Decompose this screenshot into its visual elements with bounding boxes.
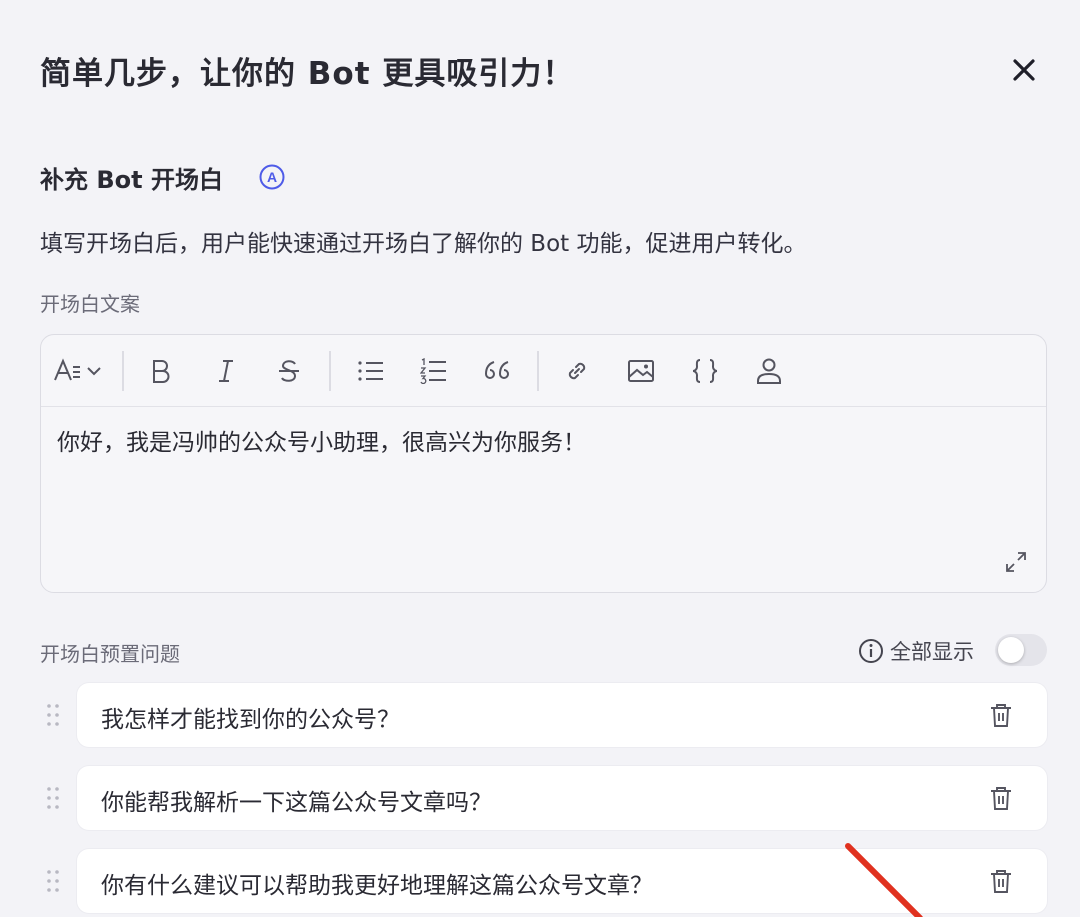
bold-icon [153, 360, 170, 383]
italic-icon [219, 360, 233, 382]
italic-button[interactable] [206, 351, 246, 391]
ai-badge-letter: A [267, 169, 277, 185]
code-icon [692, 359, 718, 383]
text-style-button[interactable] [51, 351, 107, 391]
code-button[interactable] [685, 351, 725, 391]
quote-icon [484, 361, 509, 379]
preset-question-text[interactable]: 我怎样才能找到你的公众号？ [101, 700, 400, 734]
ai-badge-icon[interactable]: A [259, 164, 285, 190]
image-icon [628, 360, 654, 382]
opening-text-label: 开场白文案 [40, 292, 140, 316]
annotation-arrow-icon [845, 843, 923, 917]
user-icon [757, 358, 781, 384]
opening-text-content[interactable]: 你好，我是冯帅的公众号小助理，很高兴为你服务！ [57, 423, 1017, 457]
link-icon [568, 362, 586, 380]
trash-icon [991, 787, 1011, 810]
preset-question-text[interactable]: 你有什么建议可以帮助我更好地理解这篇公众号文章？ [101, 866, 653, 900]
delete-question-button[interactable] [985, 782, 1017, 814]
preset-question-field[interactable]: 我怎样才能找到你的公众号？ [77, 683, 1047, 747]
preset-question-text[interactable]: 你能帮我解析一下这篇公众号文章吗？ [101, 783, 492, 817]
mention-button[interactable] [749, 351, 789, 391]
show-all-toggle[interactable] [995, 634, 1047, 666]
preset-question-row: 我怎样才能找到你的公众号？ [0, 683, 1080, 747]
bullet-list-icon [358, 361, 383, 381]
drag-handle-icon[interactable] [44, 867, 62, 895]
numbered-list-button[interactable] [414, 351, 454, 391]
onboarding-dialog: 简单几步，让你的 Bot 更具吸引力！ 补充 Bot 开场白 A 填写开场白后，… [0, 0, 1080, 917]
drag-handle-icon[interactable] [44, 701, 62, 729]
quote-button[interactable] [477, 351, 517, 391]
dialog-title: 简单几步，让你的 Bot 更具吸引力！ [40, 56, 575, 92]
preset-question-field[interactable]: 你能帮我解析一下这篇公众号文章吗？ [77, 766, 1047, 830]
strikethrough-button[interactable] [269, 351, 309, 391]
section-description: 填写开场白后，用户能快速通过开场白了解你的 Bot 功能，促进用户转化。 [40, 231, 807, 257]
opening-text-editor: 你好，我是冯帅的公众号小助理，很高兴为你服务！ [40, 334, 1047, 593]
expand-button[interactable] [1001, 547, 1031, 577]
link-button[interactable] [557, 351, 597, 391]
preset-questions-label: 开场白预置问题 [40, 642, 180, 666]
close-button[interactable] [1004, 50, 1044, 90]
toggle-knob [998, 637, 1024, 663]
numbered-list-icon [420, 358, 446, 384]
section-title: 补充 Bot 开场白 [40, 166, 223, 194]
trash-icon [991, 870, 1011, 893]
bold-button[interactable] [141, 351, 181, 391]
delete-question-button[interactable] [985, 865, 1017, 897]
close-icon [1013, 59, 1035, 81]
text-style-icon [54, 358, 101, 381]
trash-icon [991, 704, 1011, 727]
drag-handle-icon[interactable] [44, 784, 62, 812]
strikethrough-icon [279, 360, 299, 382]
show-all-control: 全部显示 [858, 634, 974, 668]
expand-icon [1006, 552, 1026, 572]
delete-question-button[interactable] [985, 699, 1017, 731]
image-button[interactable] [621, 351, 661, 391]
info-icon[interactable] [858, 638, 884, 664]
bullet-list-button[interactable] [351, 351, 391, 391]
preset-question-row: 你能帮我解析一下这篇公众号文章吗？ [0, 766, 1080, 830]
show-all-label: 全部显示 [890, 640, 974, 664]
editor-toolbar [41, 335, 1046, 407]
